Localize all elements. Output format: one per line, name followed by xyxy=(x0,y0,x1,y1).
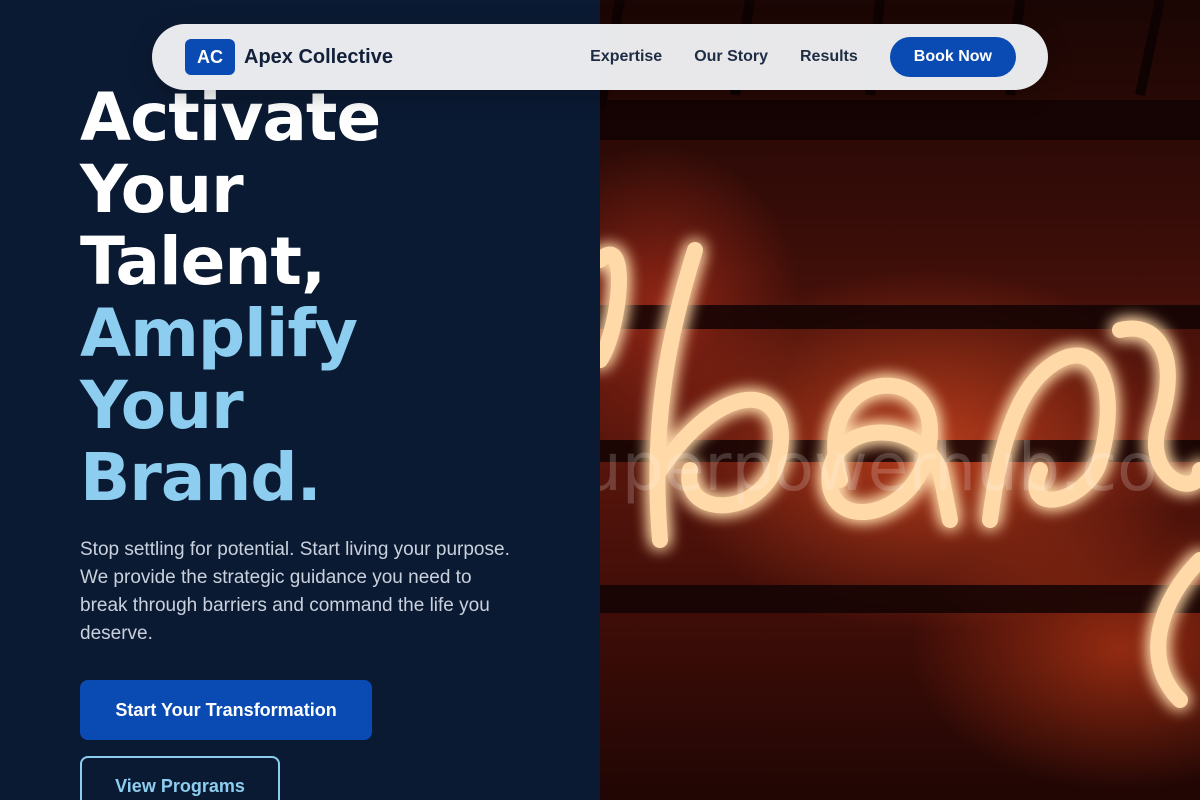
view-programs-button[interactable]: View Programs xyxy=(80,756,280,800)
book-now-button[interactable]: Book Now xyxy=(889,37,1016,77)
hero-image: uperpowerhub.co xyxy=(600,0,1200,800)
brand-name[interactable]: Apex Collective xyxy=(244,46,393,69)
hero-headline: Activate Your Talent, Amplify Your Brand… xyxy=(80,79,381,516)
nav-link-results[interactable]: Results xyxy=(800,48,858,66)
nav-link-expertise[interactable]: Expertise xyxy=(590,48,662,66)
logo-badge[interactable]: AC xyxy=(185,39,235,75)
headline-line-6: Brand. xyxy=(80,439,322,516)
landing-page: Activate Your Talent, Amplify Your Brand… xyxy=(0,0,1200,800)
hero-left-panel: Activate Your Talent, Amplify Your Brand… xyxy=(0,0,600,800)
hero-subtext: Stop settling for potential. Start livin… xyxy=(80,539,510,644)
neon-sign-illustration: uperpowerhub.co xyxy=(600,0,1200,708)
headline-line-5: Your xyxy=(80,367,244,444)
nav-link-our-story[interactable]: Our Story xyxy=(694,48,768,66)
headline-line-3: Talent, xyxy=(80,223,326,300)
image-watermark: uperpowerhub.co xyxy=(600,429,1158,506)
headline-line-4: Amplify xyxy=(80,295,358,372)
headline-line-1: Activate xyxy=(80,79,381,156)
top-navigation: AC Apex Collective Expertise Our Story R… xyxy=(152,24,1048,90)
start-transformation-button[interactable]: Start Your Transformation xyxy=(80,680,372,740)
headline-line-2: Your xyxy=(80,151,244,228)
nav-links: Expertise Our Story Results Book Now xyxy=(590,37,1016,77)
